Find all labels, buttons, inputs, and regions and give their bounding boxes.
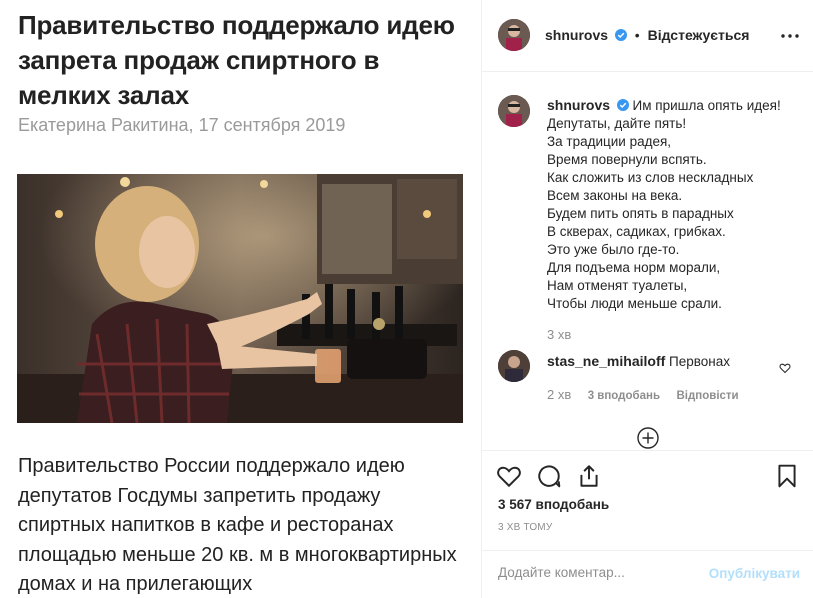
commenter-username[interactable]: stas_ne_mihailoff <box>547 353 665 369</box>
comment-meta: 2 хв 3 вподобань Відповісти <box>547 386 739 404</box>
post-header: shnurovs • Відстежується <box>482 0 813 72</box>
caption-time[interactable]: 3 хв <box>547 327 571 342</box>
comment-bubble-icon[interactable] <box>536 463 562 489</box>
article-title: Правительство поддержало идею запрета пр… <box>18 10 455 110</box>
like-comment-heart-icon[interactable] <box>779 362 791 374</box>
likes-count[interactable]: 3 567 вподобань <box>498 497 609 512</box>
caption-line: За традиции радея, <box>547 134 672 149</box>
caption-line: Как сложить из слов нескладных <box>547 170 754 185</box>
caption-line: Для подъема норм морали, <box>547 260 721 275</box>
caption-first-line: shnurovs Им пришла опять идея! <box>547 96 797 115</box>
bartender-photo <box>17 174 463 423</box>
caption-line: Нам отменят туалеты, <box>547 278 688 293</box>
post-time[interactable]: 3 ХВ ТОМУ <box>498 522 552 533</box>
more-options-icon[interactable] <box>780 26 800 46</box>
commenter-avatar[interactable] <box>498 350 530 382</box>
post-actions: 3 567 вподобань 3 ХВ ТОМУ <box>482 450 813 550</box>
comment-likes[interactable]: 3 вподобань <box>588 390 660 402</box>
caption: shnurovs Им пришла опять идея! Депутаты,… <box>547 96 797 313</box>
author-avatar[interactable] <box>498 19 530 51</box>
comment: stas_ne_mihailoff Первонах <box>547 353 730 369</box>
caption-line: Это уже было где-то. <box>547 242 680 257</box>
comment-time[interactable]: 2 хв <box>547 387 571 402</box>
article-body: Правительство России поддержало идею деп… <box>18 455 457 595</box>
verified-badge-icon <box>616 99 629 111</box>
verified-badge-icon <box>614 29 627 41</box>
post-panel: shnurovs • Відстежується shnurovs Им при… <box>481 0 813 598</box>
caption-author-avatar[interactable] <box>498 95 530 127</box>
caption-line: Чтобы люди меньше срали. <box>547 296 722 311</box>
caption-author-username[interactable]: shnurovs <box>547 97 610 113</box>
follow-status-button[interactable]: Відстежується <box>648 27 750 43</box>
article-byline: Екатерина Ракитина, 17 сентября 2019 <box>18 115 346 135</box>
share-icon[interactable] <box>576 463 602 489</box>
caption-line: Депутаты, дайте пять! <box>547 116 687 131</box>
like-heart-icon[interactable] <box>496 463 522 489</box>
author-username[interactable]: shnurovs <box>545 27 608 43</box>
publish-button[interactable]: Опублікувати <box>709 566 800 581</box>
separator-dot: • <box>634 27 640 43</box>
caption-line: Время повернули вспять. <box>547 152 707 167</box>
caption-line: В скверах, садиках, грибках. <box>547 224 726 239</box>
reply-button[interactable]: Відповісти <box>676 390 738 402</box>
bookmark-icon[interactable] <box>774 463 800 489</box>
comment-input[interactable] <box>498 565 698 580</box>
comments-section: shnurovs Им пришла опять идея! Депутаты,… <box>482 72 813 450</box>
add-comment-box: Опублікувати <box>482 550 813 598</box>
author-line: shnurovs • Відстежується <box>545 27 749 43</box>
caption-line: Им пришла опять идея! <box>632 98 781 113</box>
caption-line: Всем законы на века. <box>547 188 683 203</box>
load-more-comments-icon[interactable] <box>637 427 659 449</box>
caption-line: Будем пить опять в парадных <box>547 206 734 221</box>
comment-text: Первонах <box>669 354 730 369</box>
article-image: Правительство поддержало идею запрета пр… <box>0 0 481 598</box>
